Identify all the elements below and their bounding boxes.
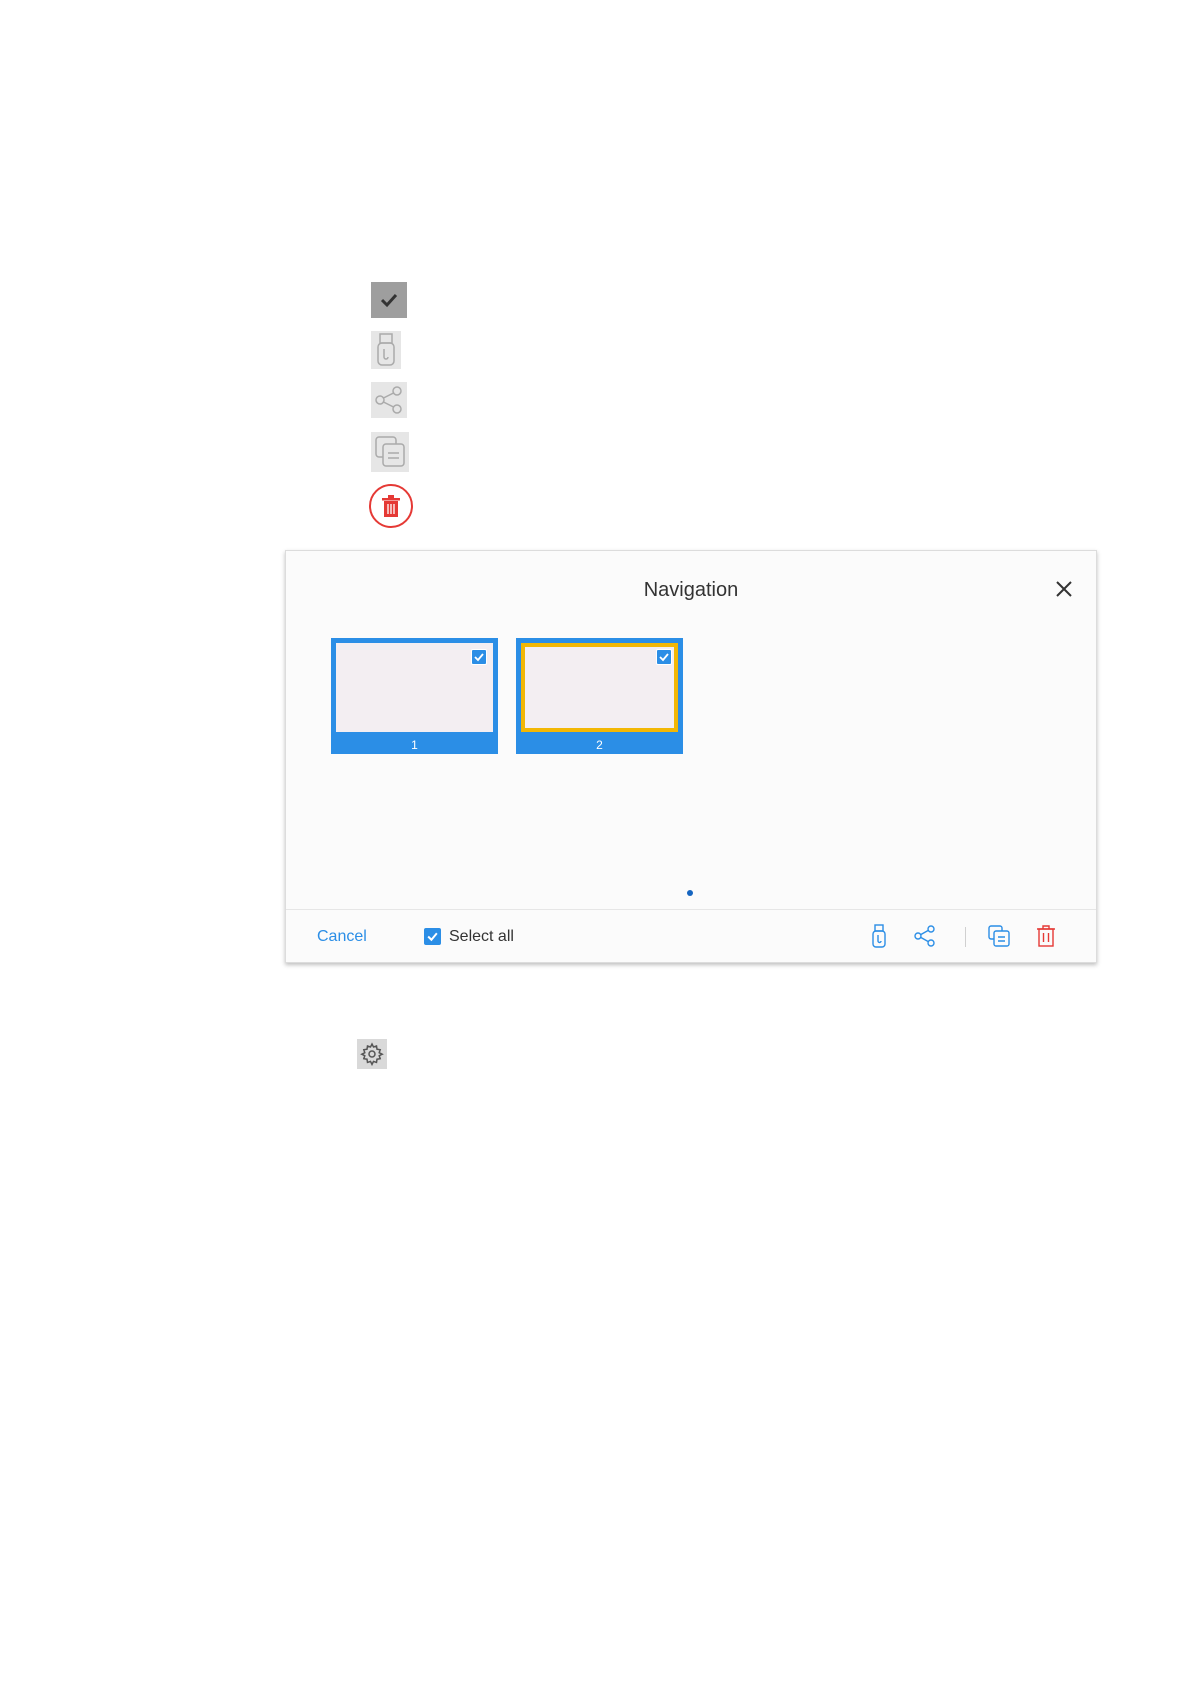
cancel-button[interactable]: Cancel (317, 928, 367, 946)
trash-icon[interactable] (1033, 923, 1059, 949)
dialog-title: Navigation (643, 579, 739, 601)
usb-icon (371, 331, 401, 369)
page-checkbox[interactable] (471, 649, 487, 665)
gear-icon (357, 1039, 387, 1069)
page-checkbox[interactable] (656, 649, 672, 665)
copy-icon[interactable] (986, 923, 1012, 949)
page-preview (336, 643, 493, 732)
share-icon (371, 382, 407, 418)
divider (286, 909, 1096, 910)
close-icon[interactable] (1052, 577, 1076, 601)
select-all-label: Select all (449, 928, 514, 945)
pager-indicator (687, 890, 693, 896)
page-thumbnail-2[interactable]: 2 (516, 638, 683, 754)
page-preview (521, 643, 678, 732)
page-number: 1 (411, 738, 418, 752)
trash-icon (369, 484, 413, 528)
toolbar-separator (965, 927, 966, 947)
page-number: 2 (596, 738, 603, 752)
share-icon[interactable] (912, 923, 938, 949)
copy-icon (371, 432, 409, 472)
usb-export-icon[interactable] (866, 923, 892, 949)
page-thumbnail-1[interactable]: 1 (331, 638, 498, 754)
select-all-checkbox[interactable] (424, 928, 441, 945)
select-check-icon (371, 282, 407, 318)
navigation-dialog: Navigation 1 2 Cancel Select all (285, 550, 1097, 963)
